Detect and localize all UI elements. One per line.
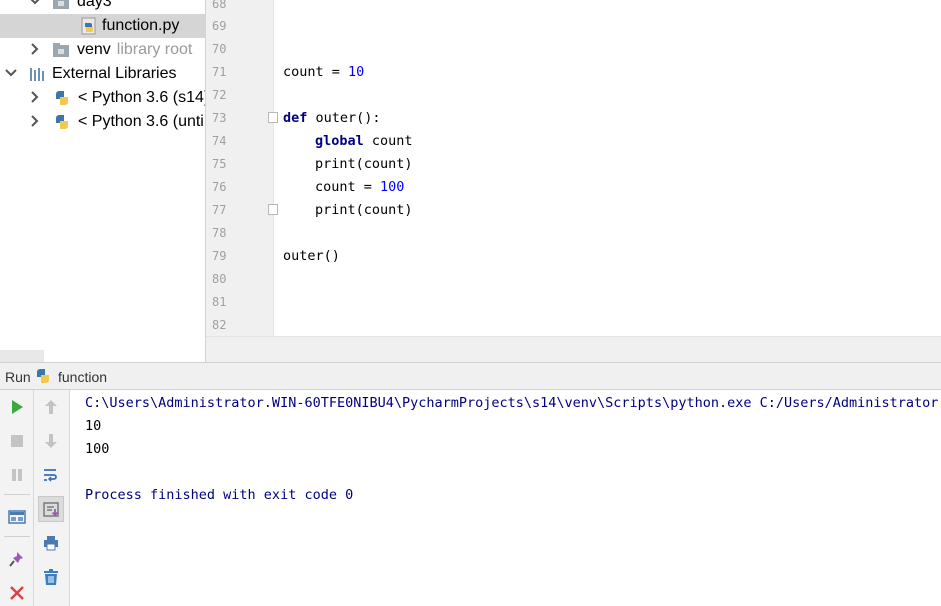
line-number: 68 [212,0,227,11]
code-token-keyword: global [315,133,364,149]
run-panel-header: Run function [0,362,941,390]
run-icon [12,400,23,414]
tree-item-label: External Libraries [52,65,177,82]
code-token: count = [315,179,381,195]
code-line-73: def outer(): [283,110,381,126]
pause-icon [12,469,22,481]
code-line-74: global count [315,133,413,149]
line-number: 69 [212,19,227,33]
console-line-exit: Process finished with exit code 0 [85,487,354,503]
console-line-output: 100 [85,441,110,457]
console-line-command: C:\Users\Administrator.WIN-60TFE0NIBU4\P… [85,395,941,411]
restore-layout-button[interactable] [4,504,30,530]
tree-item-day3[interactable]: day3 [0,0,205,14]
tree-item-label: day3 [77,0,112,10]
project-tree: day3 function.py venv library root Extern… [0,0,206,362]
pin-tab-button[interactable] [4,546,30,572]
chevron-right-icon[interactable] [28,90,42,104]
scroll-to-end-button[interactable] [38,496,64,522]
code-line-79: outer() [283,248,340,264]
console-output[interactable]: C:\Users\Administrator.WIN-60TFE0NIBU4\P… [70,390,941,606]
code-line-76: count = 100 [315,179,404,195]
library-icon [30,68,44,81]
python-icon [56,115,68,129]
code-line-77: print(count) [315,202,413,218]
close-icon [10,586,24,600]
python-icon [37,369,49,383]
soft-wrap-icon [44,469,57,482]
tree-item-sublabel: library root [116,41,193,58]
chevron-down-icon[interactable] [28,0,42,8]
stop-icon [11,435,23,447]
trash-icon [44,569,58,585]
tree-item-label: < Python 3.6 (unti [78,113,204,130]
clear-all-button[interactable] [38,564,64,590]
python-icon [56,91,68,105]
code-line-71: count = 10 [283,64,364,80]
folder-icon [53,0,69,9]
line-number: 79 [212,249,227,263]
fold-marker-open[interactable] [268,112,278,123]
code-token: count = [283,64,349,80]
fold-marker-close[interactable] [268,204,278,215]
tree-item-python-unti[interactable]: < Python 3.6 (unti [0,110,205,134]
tree-item-label: venv [77,41,111,58]
up-arrow-icon [45,400,57,414]
run-panel-title: Run [5,369,31,385]
code-token-keyword: def [283,110,308,126]
editor-bottom-strip [206,336,941,362]
line-number: 82 [212,318,227,332]
code-token-number: 100 [380,179,405,195]
tree-item-function-py[interactable]: function.py [0,14,205,38]
toolbar-separator [4,536,30,537]
tree-item-label: < Python 3.6 (s14) [78,89,206,106]
line-number: 71 [212,65,227,79]
line-number: 81 [212,295,227,309]
python-file-icon [81,17,96,35]
code-line-75: print(count) [315,156,413,172]
line-number: 77 [212,203,227,217]
tree-item-label-group: venv library root [77,41,192,59]
run-toolbar-primary [0,390,34,606]
code-editor[interactable]: 68 69 70 71 72 73 74 75 76 77 78 79 80 8… [206,0,941,336]
tree-item-python-s14[interactable]: < Python 3.6 (s14) [0,86,206,110]
soft-wrap-button[interactable] [38,462,64,488]
line-number: 70 [212,42,227,56]
tree-item-label: function.py [102,17,180,34]
tree-item-external-libraries[interactable]: External Libraries [0,62,205,86]
chevron-right-icon[interactable] [28,42,42,56]
chevron-right-icon[interactable] [28,114,42,128]
previous-occurrence-button[interactable] [38,394,64,420]
down-arrow-icon [45,434,57,448]
print-icon [44,536,58,551]
line-number: 74 [212,134,227,148]
code-token-number: 10 [348,64,365,80]
line-number: 78 [212,226,227,240]
run-config-tab[interactable]: function [58,369,107,385]
chevron-down-icon[interactable] [4,66,18,80]
toolbar-separator [4,494,30,495]
stop-button[interactable] [4,428,30,454]
folder-icon [53,43,69,57]
print-button[interactable] [38,530,64,556]
pin-icon [9,552,23,567]
line-number: 76 [212,180,227,194]
line-number: 75 [212,157,227,171]
line-number: 80 [212,272,227,286]
line-number: 72 [212,88,227,102]
next-occurrence-button[interactable] [38,428,64,454]
code-token: outer(): [307,110,381,126]
code-token: count [363,133,413,149]
horizontal-scrollbar[interactable] [0,350,44,362]
rerun-button[interactable] [4,394,30,420]
scroll-to-end-icon [43,502,59,517]
run-toolbar-secondary [34,390,70,606]
tree-item-venv[interactable]: venv library root [0,38,205,62]
line-number-gutter: 68 69 70 71 72 73 74 75 76 77 78 79 80 8… [206,0,274,336]
layout-icon [8,510,26,524]
close-run-button[interactable] [4,580,30,606]
pause-button[interactable] [4,462,30,488]
line-number: 73 [212,111,227,125]
console-line-output: 10 [85,418,102,434]
